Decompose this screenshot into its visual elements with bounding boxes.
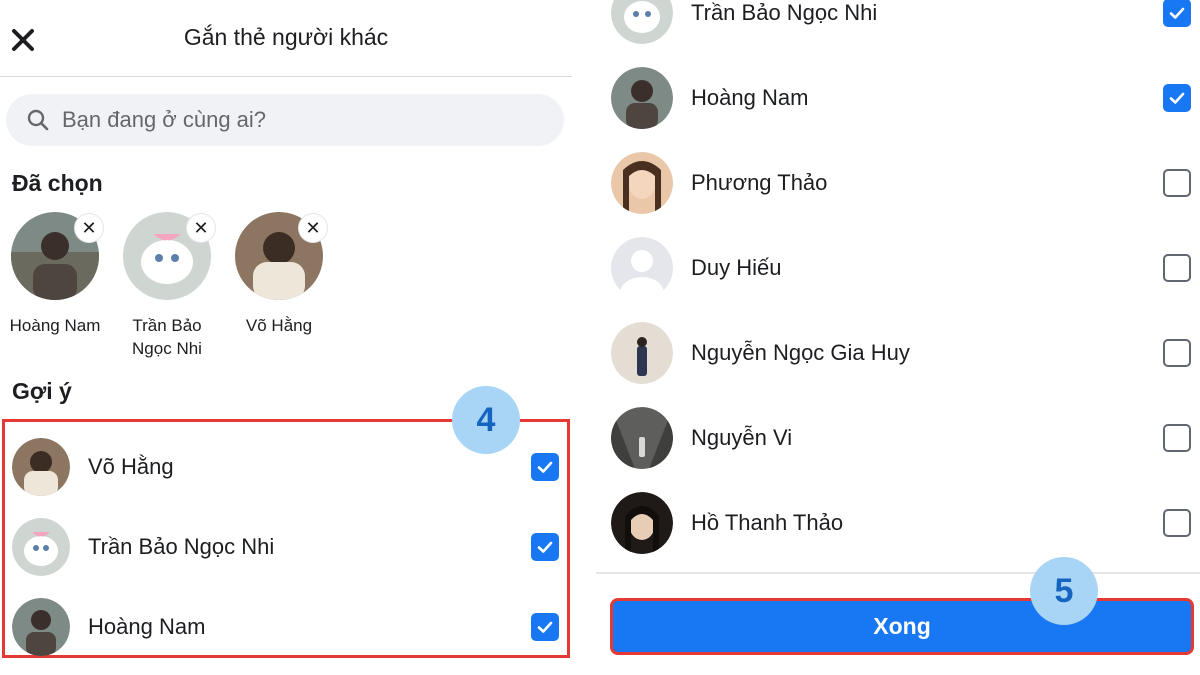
list-item[interactable]: Trần Bảo Ngọc Nhi <box>596 0 1200 53</box>
avatar: ✕ <box>123 212 215 300</box>
search-icon <box>27 109 49 131</box>
avatar <box>611 492 673 554</box>
checkmark-icon <box>537 461 553 473</box>
list-item-name: Nguyễn Vi <box>691 425 793 450</box>
list-item[interactable]: Duy Hiếu <box>596 228 1200 308</box>
checkbox[interactable] <box>531 453 559 481</box>
tag-people-panel: Gắn thẻ người khác Đã chọn ✕ Hoàng Nam <box>0 0 572 675</box>
list-item[interactable]: Nguyễn Ngọc Gia Huy <box>596 313 1200 393</box>
remove-chip-button[interactable]: ✕ <box>299 214 327 242</box>
top-bar: Gắn thẻ người khác <box>0 0 572 77</box>
checkmark-icon <box>537 541 553 553</box>
checkbox[interactable] <box>1163 339 1191 367</box>
friend-list-panel: Trần Bảo Ngọc Nhi Hoàng Nam Phương Thảo … <box>596 0 1200 675</box>
list-item-name: Duy Hiếu <box>691 255 782 280</box>
list-item[interactable]: Hoàng Nam <box>5 587 567 667</box>
list-item-name: Nguyễn Ngọc Gia Huy <box>691 340 910 365</box>
remove-chip-button[interactable]: ✕ <box>75 214 103 242</box>
checkbox[interactable] <box>1163 169 1191 197</box>
list-item[interactable]: Trần Bảo Ngọc Nhi <box>5 507 567 587</box>
avatar <box>611 67 673 129</box>
selected-section-title: Đã chọn <box>12 170 103 196</box>
list-item-name: Phương Thảo <box>691 170 828 195</box>
selected-chip[interactable]: ✕ Trần Bảo Ngọc Nhi <box>112 212 222 360</box>
avatar: ✕ <box>11 212 103 300</box>
default-avatar-icon <box>611 237 673 299</box>
checkmark-icon <box>537 621 553 633</box>
done-button[interactable]: Xong <box>610 598 1194 655</box>
search-bar[interactable] <box>6 94 564 146</box>
checkbox[interactable] <box>1163 84 1191 112</box>
chip-name: Hoàng Nam <box>9 316 101 335</box>
checkbox[interactable] <box>531 533 559 561</box>
search-input[interactable] <box>62 107 522 133</box>
chip-name: Trần Bảo Ngọc Nhi <box>132 316 202 358</box>
avatar <box>12 438 70 496</box>
suggestions-highlight: Võ Hằng Trần Bảo Ngọc Nhi Hoàng Nam <box>2 419 570 658</box>
checkbox[interactable] <box>1163 254 1191 282</box>
step-badge-5: 5 <box>1030 557 1098 625</box>
remove-chip-button[interactable]: ✕ <box>187 214 215 242</box>
chip-name: Võ Hằng <box>245 316 313 335</box>
checkmark-icon <box>1169 92 1185 104</box>
list-item-name: Trần Bảo Ngọc Nhi <box>691 0 878 25</box>
list-item-name: Hồ Thanh Thảo <box>691 510 844 535</box>
checkbox[interactable] <box>1163 0 1191 27</box>
suggestions-section-title: Gợi ý <box>12 378 72 404</box>
avatar <box>611 152 673 214</box>
footer: Xong <box>596 572 1200 675</box>
avatar: ✕ <box>235 212 327 300</box>
step-badge-4: 4 <box>452 386 520 454</box>
list-item[interactable]: Hồ Thanh Thảo <box>596 483 1200 563</box>
avatar <box>12 518 70 576</box>
list-item[interactable]: Nguyễn Vi <box>596 398 1200 478</box>
page-title: Gắn thẻ người khác <box>183 24 389 50</box>
list-item-name: Trần Bảo Ngọc Nhi <box>88 534 275 559</box>
list-item-name: Võ Hằng <box>88 454 174 479</box>
checkbox[interactable] <box>531 613 559 641</box>
list-item[interactable]: Hoàng Nam <box>596 58 1200 138</box>
checkmark-icon <box>1169 7 1185 19</box>
checkbox[interactable] <box>1163 509 1191 537</box>
avatar <box>611 407 673 469</box>
checkbox[interactable] <box>1163 424 1191 452</box>
avatar <box>611 322 673 384</box>
list-item-name: Hoàng Nam <box>88 614 206 639</box>
avatar <box>12 598 70 656</box>
selected-chip[interactable]: ✕ Hoàng Nam <box>0 212 110 337</box>
list-item-name: Hoàng Nam <box>691 85 809 110</box>
avatar <box>611 0 673 44</box>
selected-chip[interactable]: ✕ Võ Hằng <box>224 212 334 337</box>
list-item[interactable]: Phương Thảo <box>596 143 1200 223</box>
